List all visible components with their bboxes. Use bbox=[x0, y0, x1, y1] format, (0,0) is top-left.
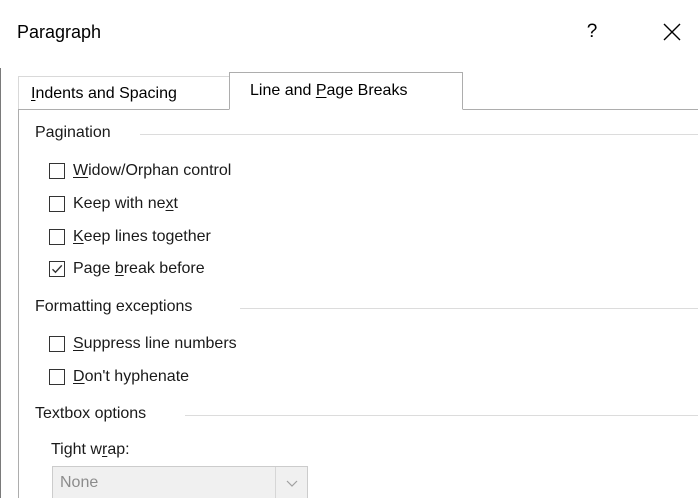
tab-label-part: ndents and Spacing bbox=[35, 85, 177, 102]
tab-indents-and-spacing[interactable]: Indents and Spacing bbox=[18, 76, 230, 110]
formatting-separator bbox=[240, 308, 698, 309]
checkbox-box[interactable] bbox=[49, 369, 65, 385]
label-part: idow/Orphan control bbox=[88, 162, 232, 179]
checkbox-label: Suppress line numbers bbox=[73, 335, 237, 353]
formatting-exceptions-header: Formatting exceptions bbox=[35, 298, 193, 315]
help-button[interactable]: ? bbox=[572, 12, 612, 52]
tab-label-accelerator: P bbox=[315, 82, 327, 99]
label-accelerator: x bbox=[165, 195, 174, 212]
checkbox-label: Widow/Orphan control bbox=[73, 162, 231, 180]
suppress-line-numbers-checkbox[interactable]: Suppress line numbers bbox=[49, 332, 237, 356]
dialog-border bbox=[0, 0, 1, 498]
label-part: Tight w bbox=[51, 441, 102, 458]
tab-label-part: Line and bbox=[250, 82, 316, 99]
checkbox-label: Keep with next bbox=[73, 195, 178, 213]
checkbox-box-checked[interactable] bbox=[49, 261, 65, 277]
label-part: Page bbox=[73, 260, 115, 277]
checkbox-label: Keep lines together bbox=[73, 228, 211, 246]
label-part: reak before bbox=[123, 260, 205, 277]
keep-with-next-checkbox[interactable]: Keep with next bbox=[49, 192, 178, 216]
page-break-before-checkbox[interactable]: Page break before bbox=[49, 257, 205, 281]
label-part: on't hyphenate bbox=[84, 368, 190, 385]
tight-wrap-label: Tight wrap: bbox=[51, 441, 130, 459]
dropdown-button[interactable] bbox=[275, 467, 307, 498]
label-accelerator: S bbox=[73, 335, 84, 352]
checkbox-box[interactable] bbox=[49, 163, 65, 179]
checkbox-box[interactable] bbox=[49, 196, 65, 212]
pagination-separator bbox=[140, 134, 698, 135]
keep-lines-together-checkbox[interactable]: Keep lines together bbox=[49, 225, 211, 249]
label-part: uppress line numbers bbox=[83, 335, 237, 352]
paragraph-dialog: Paragraph ? Indents and Spacing Line and… bbox=[0, 0, 698, 498]
textbox-options-header: Textbox options bbox=[35, 405, 147, 422]
chevron-down-icon bbox=[286, 480, 298, 487]
dont-hyphenate-checkbox[interactable]: Don't hyphenate bbox=[49, 365, 189, 389]
tight-wrap-select[interactable]: None bbox=[52, 466, 308, 498]
pagination-header: Pagination bbox=[35, 124, 111, 141]
checkbox-box[interactable] bbox=[49, 229, 65, 245]
checkbox-label: Don't hyphenate bbox=[73, 368, 189, 386]
label-accelerator: b bbox=[114, 260, 124, 277]
label-accelerator: D bbox=[73, 368, 85, 385]
tight-wrap-value: None bbox=[60, 474, 99, 491]
label-part: eep lines together bbox=[83, 228, 211, 245]
close-button[interactable] bbox=[652, 12, 692, 52]
label-accelerator: K bbox=[73, 228, 84, 245]
label-part: ap: bbox=[107, 441, 130, 458]
tab-line-and-page-breaks[interactable]: Line and Page Breaks bbox=[229, 72, 463, 110]
textbox-separator bbox=[185, 415, 698, 416]
tab-strip: Indents and Spacing Line and Page Breaks bbox=[18, 72, 698, 110]
widow-orphan-control-checkbox[interactable]: Widow/Orphan control bbox=[49, 159, 231, 183]
tab-label-part: age Breaks bbox=[326, 82, 408, 99]
checkbox-label: Page break before bbox=[73, 260, 205, 278]
label-part: Keep with ne bbox=[73, 195, 166, 212]
title-bar: Paragraph ? bbox=[0, 0, 698, 68]
close-icon bbox=[663, 23, 681, 41]
label-part: t bbox=[173, 195, 178, 212]
label-accelerator: W bbox=[73, 162, 89, 179]
checkmark-icon bbox=[52, 264, 63, 274]
checkbox-box[interactable] bbox=[49, 336, 65, 352]
dialog-title: Paragraph bbox=[17, 22, 102, 42]
